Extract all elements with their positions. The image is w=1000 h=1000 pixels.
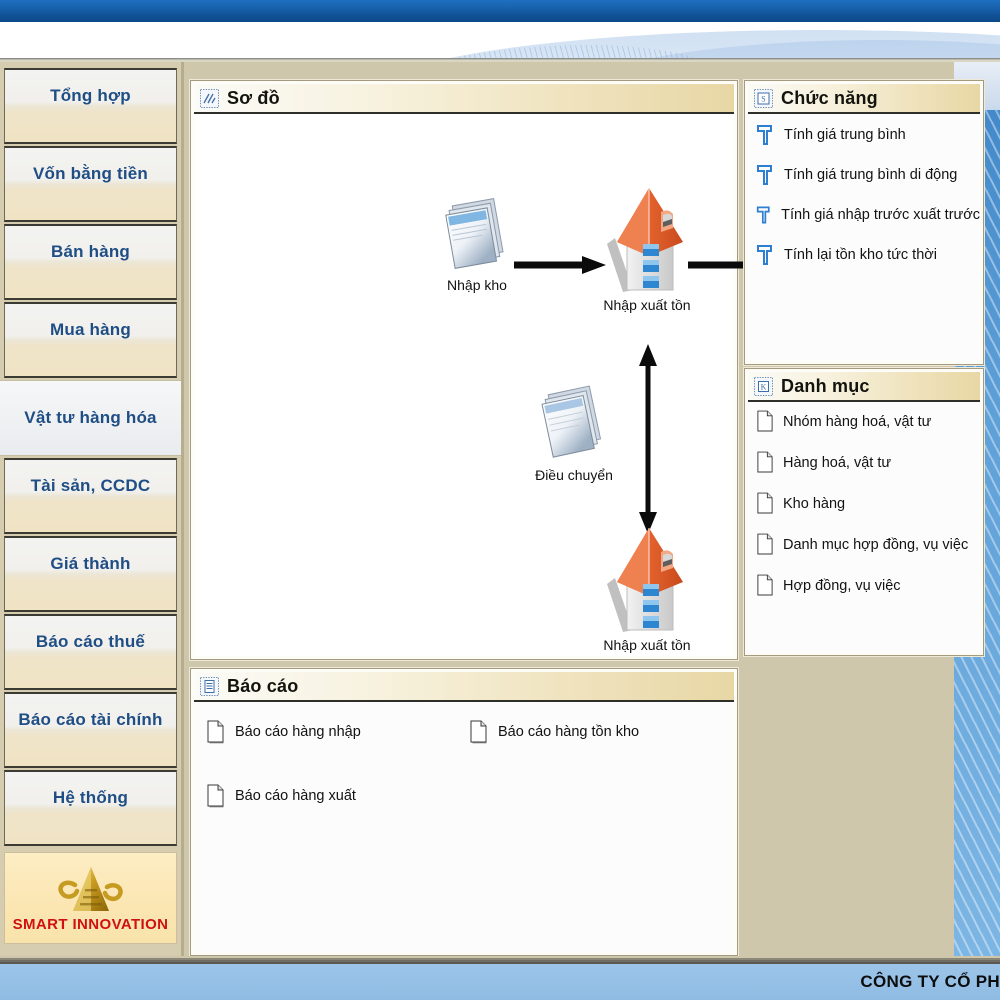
diagram-icon xyxy=(200,88,219,108)
hammer-icon xyxy=(757,165,772,185)
function-item-label: Tính giá trung bình xyxy=(784,127,906,143)
diagram-node-nhap-kho[interactable]: Nhập kho xyxy=(422,192,532,293)
status-bar-company-text: CÔNG TY CỔ PH xyxy=(860,972,1000,991)
category-icon: K xyxy=(754,376,773,396)
document-icon xyxy=(757,574,773,596)
category-item-label: Hợp đồng, vụ việc xyxy=(783,577,901,594)
hammer-icon xyxy=(756,206,770,224)
category-item-label: Hàng hoá, vật tư xyxy=(783,454,892,471)
category-item-hop-dong-vu-viec[interactable]: Hợp đồng, vụ việc xyxy=(756,574,980,597)
category-panel-header: K Danh mục xyxy=(748,372,980,402)
report-item-label: Báo cáo hàng xuất xyxy=(235,788,356,804)
document-icon xyxy=(757,533,773,555)
sidebar-item-label: Mua hàng xyxy=(50,320,131,339)
document-icon xyxy=(757,492,773,514)
diagram-node-nhap-xuat-ton[interactable]: Nhập xuất tồn xyxy=(582,182,712,313)
diagram-node-nhap-xuat-ton-2[interactable]: Nhập xuất tồn xyxy=(582,522,712,653)
diagram-node-label: Nhập kho xyxy=(447,277,507,293)
category-item-label: Danh mục hợp đồng, vụ việc xyxy=(783,536,969,553)
sidebar-item-label: Vật tư hàng hóa xyxy=(24,408,157,427)
sidebar-item-label: Báo cáo tài chính xyxy=(18,710,163,729)
category-item-hang-hoa-vat-tu[interactable]: Hàng hoá, vật tư xyxy=(756,451,980,474)
report-item-label: Báo cáo hàng nhập xyxy=(235,724,361,740)
diagram-canvas: Nhập kho Nhập xuất tồn Điều chuyển Nhập … xyxy=(194,114,867,656)
function-item-tinh-gia-trung-binh[interactable]: Tính giá trung bình xyxy=(756,124,980,146)
document-icon xyxy=(207,720,224,744)
warehouse-icon xyxy=(607,188,683,292)
function-item-label: Tính giá trung bình di động xyxy=(784,167,958,183)
svg-text:K: K xyxy=(761,382,767,391)
function-icon: S xyxy=(754,88,773,108)
document-stack-icon xyxy=(445,198,504,269)
report-panel-body: Báo cáo hàng nhập Báo cáo hàng tồn kho B… xyxy=(194,702,734,952)
sidebar-item-label: Hệ thống xyxy=(52,788,129,807)
category-item-nhom-hang-hoa-vat-tu[interactable]: Nhóm hàng hoá, vật tư xyxy=(756,410,980,433)
sidebar-item-gia-thanh[interactable]: Giá thành xyxy=(4,536,177,612)
document-stack-icon xyxy=(541,385,602,458)
logo-text: SMART INNOVATION xyxy=(12,916,169,933)
sidebar-item-label: Báo cáo thuế xyxy=(35,632,146,651)
report-panel-header: Báo cáo xyxy=(194,672,734,702)
header-banner xyxy=(0,22,1000,58)
report-item-label: Báo cáo hàng tồn kho xyxy=(498,724,640,740)
report-item-bao-cao-hang-xuat[interactable]: Báo cáo hàng xuất xyxy=(206,784,459,808)
sidebar-item-he-thong[interactable]: Hệ thống xyxy=(4,770,177,846)
category-item-danh-muc-hop-dong-vu-viec[interactable]: Danh mục hợp đồng, vụ việc xyxy=(756,533,980,556)
category-item-label: Kho hàng xyxy=(783,495,846,512)
function-panel: S Chức năng Tính giá trung bình Tính giá… xyxy=(744,80,984,365)
document-icon xyxy=(207,784,224,808)
document-icon xyxy=(470,720,487,744)
sidebar-item-bao-cao-thue[interactable]: Báo cáo thuế xyxy=(4,614,177,690)
report-panel-title: Báo cáo xyxy=(227,675,299,696)
function-panel-title: Chức năng xyxy=(781,87,878,108)
sidebar-item-bao-cao-tai-chinh[interactable]: Báo cáo tài chính xyxy=(4,692,177,768)
category-item-label: Nhóm hàng hoá, vật tư xyxy=(783,413,932,430)
diagram-panel: Sơ đồ Nhập kho Nhập xuất tồn Điều chuyển… xyxy=(190,80,867,660)
company-logo: SMART INNOVATION xyxy=(4,852,177,944)
diagram-node-label: Nhập xuất tồn xyxy=(603,637,691,653)
function-item-tinh-lai-ton-kho-tuc-thoi[interactable]: Tính lại tồn kho tức thời xyxy=(756,244,980,266)
category-panel-body: Nhóm hàng hoá, vật tư Hàng hoá, vật tư K… xyxy=(748,402,980,652)
hammer-icon xyxy=(757,245,772,265)
function-item-label: Tính giá nhập trước xuất trước xyxy=(781,207,980,223)
svg-text:S: S xyxy=(761,94,765,103)
title-bar xyxy=(0,0,1000,22)
sidebar-item-von-bang-tien[interactable]: Vốn bằng tiền xyxy=(4,146,177,222)
function-item-label: Tính lại tồn kho tức thời xyxy=(784,247,938,263)
diagram-node-dieu-chuyen[interactable]: Điều chuyển xyxy=(514,380,634,483)
diagram-panel-header: Sơ đồ xyxy=(194,84,734,114)
sidebar-item-label: Bán hàng xyxy=(50,242,131,261)
report-icon xyxy=(200,676,219,696)
diagram-node-label: Điều chuyển xyxy=(535,467,613,483)
warehouse-icon xyxy=(607,528,683,632)
function-panel-header: S Chức năng xyxy=(748,84,980,114)
diagram-node-label: Nhập xuất tồn xyxy=(603,297,691,313)
sidebar-item-tai-san-ccdc[interactable]: Tài sản, CCDC xyxy=(4,458,177,534)
function-item-tinh-gia-nhap-truoc-xuat-truoc[interactable]: Tính giá nhập trước xuất trước xyxy=(756,204,980,226)
diagram-panel-title: Sơ đồ xyxy=(227,87,280,108)
hammer-icon xyxy=(757,125,772,145)
report-panel: Báo cáo Báo cáo hàng nhập Báo cáo hàng t… xyxy=(190,668,738,956)
sidebar-item-label: Tài sản, CCDC xyxy=(30,476,151,495)
sidebar: Tổng hợp Vốn bằng tiền Bán hàng Mua hàng… xyxy=(0,62,184,962)
status-bar: CÔNG TY CỔ PH xyxy=(0,962,1000,1000)
arrow-kho-to-kho-bidirectional xyxy=(639,344,657,534)
sidebar-item-mua-hang[interactable]: Mua hàng xyxy=(4,302,177,378)
sidebar-item-label: Vốn bằng tiền xyxy=(33,164,148,183)
report-item-bao-cao-hang-ton-kho[interactable]: Báo cáo hàng tồn kho xyxy=(469,720,722,744)
category-panel: K Danh mục Nhóm hàng hoá, vật tư Hàng ho… xyxy=(744,368,984,656)
category-panel-title: Danh mục xyxy=(781,375,870,396)
document-icon xyxy=(757,451,773,473)
sidebar-item-label: Tổng hợp xyxy=(50,86,131,105)
document-icon xyxy=(757,410,773,432)
sidebar-item-label: Giá thành xyxy=(50,554,131,573)
sidebar-item-vat-tu-hang-hoa[interactable]: Vật tư hàng hóa xyxy=(0,380,181,456)
category-item-kho-hang[interactable]: Kho hàng xyxy=(756,492,980,515)
sa-pyramid-logo-icon xyxy=(57,867,123,911)
report-item-bao-cao-hang-nhap[interactable]: Báo cáo hàng nhập xyxy=(206,720,459,744)
sidebar-item-ban-hang[interactable]: Bán hàng xyxy=(4,224,177,300)
sidebar-item-tong-hop[interactable]: Tổng hợp xyxy=(4,68,177,144)
function-item-tinh-gia-trung-binh-di-dong[interactable]: Tính giá trung bình di động xyxy=(756,164,980,186)
function-panel-body: Tính giá trung bình Tính giá trung bình … xyxy=(748,114,980,361)
